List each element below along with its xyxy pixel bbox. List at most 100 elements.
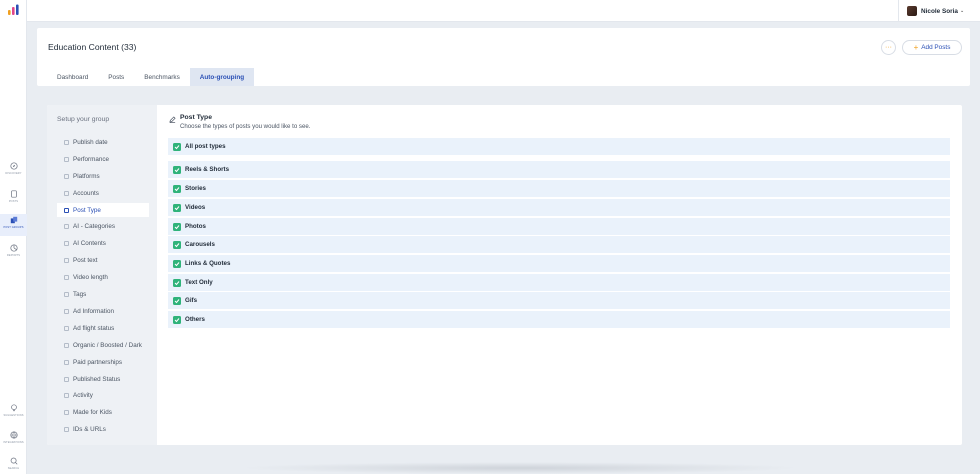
user-menu[interactable]: Nicole Soria ⌄ <box>898 0 980 22</box>
checkbox[interactable] <box>173 222 181 231</box>
sidebar-item-label: Post text <box>73 256 98 264</box>
sidebar-item-label: Ad Information <box>73 307 114 315</box>
check-icon <box>174 280 180 285</box>
sidebar-item-label: Post Type <box>73 206 101 214</box>
checkbox[interactable] <box>173 165 181 174</box>
rail-item-search[interactable]: SEARCH <box>0 455 27 474</box>
sidebar-item-publish-date[interactable]: Publish date <box>57 135 149 149</box>
option-label: Reels & Shorts <box>185 166 230 173</box>
checkbox[interactable] <box>173 142 181 151</box>
tab-auto-grouping[interactable]: Auto-grouping <box>189 68 255 86</box>
group-header: Education Content (33) ··· + Add Posts D… <box>37 28 970 86</box>
option-label: Carousels <box>185 241 215 248</box>
sidebar-item-label: Accounts <box>73 189 99 197</box>
check-icon <box>174 167 180 172</box>
checkbox[interactable] <box>173 278 181 287</box>
check-icon <box>174 186 180 191</box>
sidebar-item-label: AI - Categories <box>73 222 115 230</box>
checkbox[interactable] <box>173 203 181 212</box>
option-label: Photos <box>185 223 206 230</box>
groups-icon <box>10 216 17 224</box>
document-icon <box>10 190 17 198</box>
option-videos[interactable]: Videos <box>168 199 950 216</box>
rail-item-post-groups[interactable]: POST GROUPS <box>0 214 27 236</box>
rail-label: POST GROUPS <box>3 226 24 229</box>
ai-icon <box>64 240 69 246</box>
boost-icon <box>64 342 69 348</box>
rail-label: SUGGESTIONS <box>3 414 24 417</box>
checkbox[interactable] <box>173 184 181 193</box>
tab-dashboard[interactable]: Dashboard <box>47 68 98 86</box>
add-posts-button[interactable]: + Add Posts <box>902 40 962 55</box>
clock-icon <box>64 274 69 280</box>
bar-chart-icon <box>64 156 69 162</box>
link-icon <box>64 426 69 432</box>
sidebar-item-label: Performance <box>73 155 110 163</box>
rail-item-discovery[interactable]: DISCOVERY <box>0 160 27 182</box>
option-text-only[interactable]: Text Only <box>168 274 950 291</box>
option-label: Stories <box>185 185 206 192</box>
checkbox[interactable] <box>173 296 181 305</box>
option-others[interactable]: Others <box>168 311 950 328</box>
sidebar-item-ai-contents[interactable]: AI Contents <box>57 236 149 250</box>
option-label: Links & Quotes <box>185 260 231 267</box>
setup-sidebar: Setup your group Publish date Performanc… <box>47 105 157 445</box>
chart-icon <box>9 244 18 252</box>
auto-grouping-panel: Setup your group Publish date Performanc… <box>47 105 962 445</box>
lightbulb-icon <box>10 404 17 412</box>
sidebar-item-activity[interactable]: Activity <box>57 388 149 402</box>
rail-item-posts[interactable]: POSTS <box>0 188 27 210</box>
sidebar-item-ids-urls[interactable]: IDs & URLs <box>57 422 149 436</box>
sidebar-item-ad-flight-status[interactable]: Ad flight status <box>57 321 149 335</box>
handshake-icon <box>64 359 69 365</box>
sidebar-item-tags[interactable]: Tags <box>57 287 149 301</box>
top-bar: Nicole Soria ⌄ <box>27 0 980 22</box>
tab-benchmarks[interactable]: Benchmarks <box>134 68 190 86</box>
checkbox[interactable] <box>173 259 181 268</box>
sidebar-item-ai-categories[interactable]: AI - Categories <box>57 219 149 233</box>
option-gifs[interactable]: Gifs <box>168 292 950 309</box>
sidebar-item-organic-boosted-dark[interactable]: Organic / Boosted / Dark <box>57 338 149 352</box>
option-reels-shorts[interactable]: Reels & Shorts <box>168 161 950 178</box>
sidebar-item-published-status[interactable]: Published Status <box>57 372 149 386</box>
all-post-types-option[interactable]: All post types <box>168 138 950 155</box>
activity-icon <box>64 392 69 398</box>
sidebar-item-accounts[interactable]: Accounts <box>57 186 149 200</box>
rail-item-suggestions[interactable]: SUGGESTIONS <box>0 402 27 424</box>
tab-posts[interactable]: Posts <box>98 68 134 86</box>
sidebar-item-performance[interactable]: Performance <box>57 152 149 166</box>
rail-label: REPORTS <box>6 254 21 257</box>
rail-item-reports[interactable]: REPORTS <box>0 242 27 264</box>
sidebar-item-label: IDs & URLs <box>73 425 106 433</box>
sidebar-item-made-for-kids[interactable]: Made for Kids <box>57 405 149 419</box>
option-stories[interactable]: Stories <box>168 180 950 197</box>
option-links-quotes[interactable]: Links & Quotes <box>168 255 950 272</box>
check-icon <box>174 261 180 266</box>
sidebar-item-post-text[interactable]: Post text <box>57 253 149 267</box>
option-photos[interactable]: Photos <box>168 218 950 235</box>
platform-icon <box>64 173 69 179</box>
sidebar-item-paid-partnerships[interactable]: Paid partnerships <box>57 355 149 369</box>
rail-item-integrations[interactable]: INTEGRATIONS <box>0 429 27 451</box>
app-logo[interactable] <box>7 4 20 16</box>
plus-icon: + <box>913 42 919 52</box>
checkbox[interactable] <box>173 240 181 249</box>
sidebar-item-platforms[interactable]: Platforms <box>57 169 149 183</box>
tag-icon <box>64 291 69 297</box>
option-carousels[interactable]: Carousels <box>168 236 950 253</box>
footer-shadow <box>240 462 800 474</box>
sidebar-item-post-type[interactable]: Post Type <box>57 203 149 217</box>
sidebar-item-label: Ad flight status <box>73 324 115 332</box>
page-title: Education Content (33) <box>48 42 137 52</box>
option-label: Gifs <box>185 297 198 304</box>
checkbox[interactable] <box>173 315 181 324</box>
sidebar-item-label: Published Status <box>73 375 121 383</box>
sidebar-item-ad-information[interactable]: Ad Information <box>57 304 149 318</box>
sidebar-item-label: AI Contents <box>73 239 106 247</box>
option-label: All post types <box>185 143 226 150</box>
ad-icon <box>64 308 69 314</box>
sidebar-item-label: Paid partnerships <box>73 358 123 366</box>
more-options-button[interactable]: ··· <box>881 40 896 55</box>
rail-label: SEARCH <box>7 467 20 470</box>
sidebar-item-video-length[interactable]: Video length <box>57 270 149 284</box>
